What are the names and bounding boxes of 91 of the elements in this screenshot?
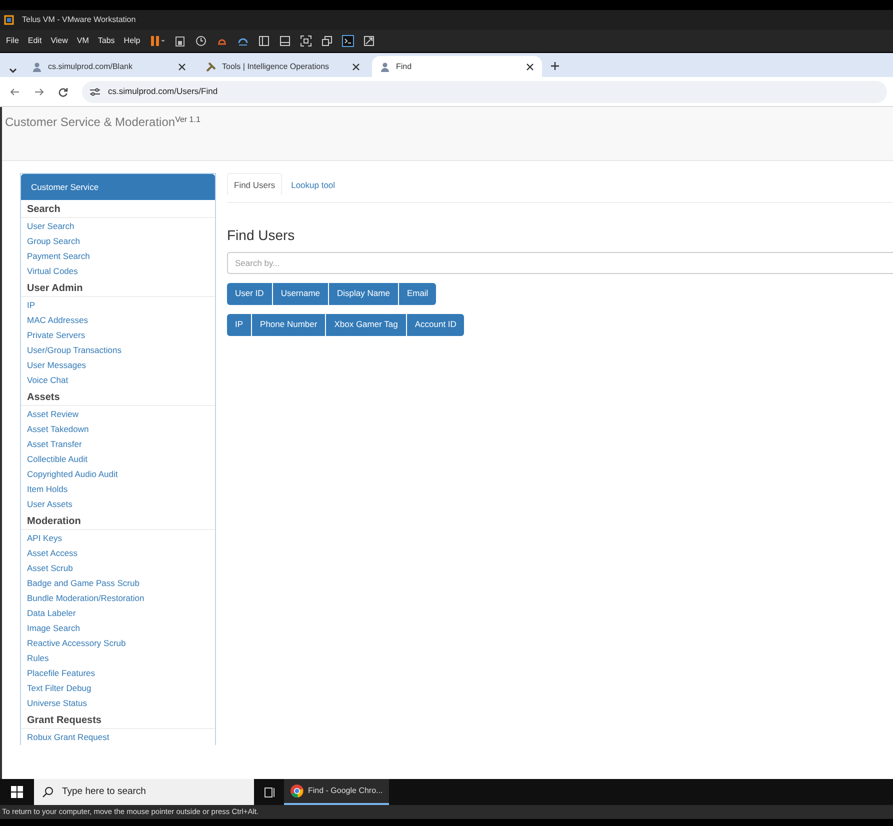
sidebar-link[interactable]: Universe Status	[21, 696, 215, 711]
sidebar-link[interactable]: Voice Chat	[21, 373, 215, 388]
tab-title: Find	[396, 60, 412, 72]
section-title: Grant Requests	[21, 711, 215, 729]
tab-title: cs.simulprod.com/Blank	[48, 60, 132, 72]
close-icon[interactable]	[352, 62, 360, 70]
section-title: User Admin	[21, 279, 215, 297]
search-type-button[interactable]: Display Name	[329, 282, 398, 305]
sidebar-link[interactable]: Data Labeler	[21, 606, 215, 621]
search-field[interactable]: Search by...	[227, 252, 893, 274]
fullscreen-icon[interactable]	[300, 35, 312, 47]
app-title: Customer Service & Moderation	[5, 115, 176, 129]
search-type-button[interactable]: Email	[398, 282, 436, 305]
page-heading: Find Users	[227, 227, 296, 244]
sidebar-link[interactable]: Text Filter Debug	[21, 681, 215, 696]
sidebar-link[interactable]: Asset Transfer	[21, 437, 215, 452]
sidebar-link[interactable]: Image Search	[21, 621, 215, 636]
url-text: cs.simulprod.com/Users/Find	[108, 85, 218, 98]
menu-item[interactable]: View	[50, 35, 68, 47]
search-type-button[interactable]: User ID	[227, 282, 272, 305]
section-title: Moderation	[21, 512, 215, 530]
tools-icon	[206, 62, 216, 72]
sidebar-link[interactable]: User Search	[21, 219, 215, 234]
menu-item[interactable]: Edit	[28, 35, 42, 47]
clock-icon[interactable]	[195, 35, 208, 47]
page-tab[interactable]: Lookup tool	[284, 173, 342, 195]
browser-tab[interactable]: Find	[372, 56, 542, 77]
search-type-button[interactable]: Xbox Gamer Tag	[326, 314, 406, 336]
sidebar-link[interactable]: Virtual Codes	[21, 264, 215, 279]
menu-item[interactable]: Tabs	[98, 35, 115, 47]
sidebar-link[interactable]: Collectible Audit	[21, 452, 215, 467]
taskbar-search-field[interactable]: Type here to search	[34, 779, 254, 805]
forward-arrow-icon[interactable]	[34, 86, 44, 96]
back-arrow-icon[interactable]	[10, 86, 20, 96]
taskbar-app-button[interactable]: Find - Google Chro...	[284, 779, 389, 805]
sidebar-link[interactable]: Group Search	[21, 234, 215, 249]
sidebar-link[interactable]: Placefile Features	[21, 666, 215, 681]
pause-icon[interactable]	[149, 35, 166, 47]
address-bar[interactable]: cs.simulprod.com/Users/Find	[82, 80, 887, 102]
windows-icon[interactable]	[321, 35, 334, 47]
search-type-button[interactable]: Account ID	[406, 314, 464, 336]
sidebar-link[interactable]: User/Group Transactions	[21, 343, 215, 358]
reload-icon[interactable]	[58, 86, 68, 96]
sidebar-link[interactable]: User Assets	[21, 497, 215, 512]
sidebar-link[interactable]: Asset Access	[21, 546, 215, 561]
search-placeholder: Type here to search	[62, 784, 146, 799]
site-settings-icon	[90, 88, 100, 96]
sidebar-link[interactable]: Copyrighted Audio Audit	[21, 467, 215, 482]
sidebar-link[interactable]: Asset Review	[21, 407, 215, 422]
sidebar-link[interactable]: Asset Takedown	[21, 422, 215, 437]
window-title: Telus VM - VMware Workstation	[22, 14, 136, 26]
sidebar-link[interactable]: Bundle Moderation/Restoration	[21, 591, 215, 606]
section-title: Search	[21, 200, 215, 218]
tab-title: Tools | Intelligence Operations	[222, 60, 330, 72]
sidebar-link[interactable]: MAC Addresses	[21, 313, 215, 328]
search-type-button[interactable]: Phone Number	[252, 314, 326, 336]
sidebar-link[interactable]: Asset Scrub	[21, 561, 215, 576]
chrome-logo-icon	[290, 784, 304, 798]
vm-logo-icon	[4, 15, 14, 25]
browser-tab[interactable]: cs.simulprod.com/Blank	[24, 56, 194, 77]
sidebar-link[interactable]: Reactive Accessory Scrub	[21, 636, 215, 651]
sidebar-link[interactable]: IP	[21, 298, 215, 313]
search-type-button[interactable]: IP	[227, 314, 252, 336]
page-tab[interactable]: Find Users	[227, 173, 282, 195]
task-label: Find - Google Chro...	[308, 785, 383, 797]
user-icon	[380, 62, 390, 72]
menu-item[interactable]: File	[6, 35, 19, 47]
plus-icon[interactable]	[550, 61, 560, 71]
sidebar-link[interactable]: Private Servers	[21, 328, 215, 343]
search-type-button[interactable]: Username	[272, 282, 328, 305]
terminal-icon[interactable]	[342, 35, 354, 47]
section-title: Assets	[21, 388, 215, 406]
sidebar-link[interactable]: Badge and Game Pass Scrub	[21, 576, 215, 591]
sidebar-link[interactable]: Payment Search	[21, 249, 215, 264]
sidebar-header: Customer Service	[21, 174, 215, 200]
resize-icon[interactable]	[363, 35, 376, 47]
version-label: Ver 1.1	[175, 115, 200, 124]
sidebar-link[interactable]: User Messages	[21, 358, 215, 373]
sidebar-link[interactable]: Item Holds	[21, 482, 215, 497]
user-icon	[32, 62, 42, 72]
menu-item[interactable]: Help	[124, 35, 140, 47]
sidebar-link[interactable]: Rules	[21, 651, 215, 666]
sidebar-link[interactable]: API Keys	[21, 531, 215, 546]
panel-icon[interactable]	[258, 35, 270, 47]
sidebar-link[interactable]: Robux Grant Request	[21, 730, 215, 745]
panel-icon[interactable]	[279, 35, 292, 47]
menu-item[interactable]: VM	[76, 35, 89, 47]
close-icon[interactable]	[178, 62, 186, 70]
browser-tab[interactable]: Tools | Intelligence Operations	[198, 56, 368, 77]
search-icon	[42, 786, 54, 798]
close-icon[interactable]	[526, 62, 534, 70]
